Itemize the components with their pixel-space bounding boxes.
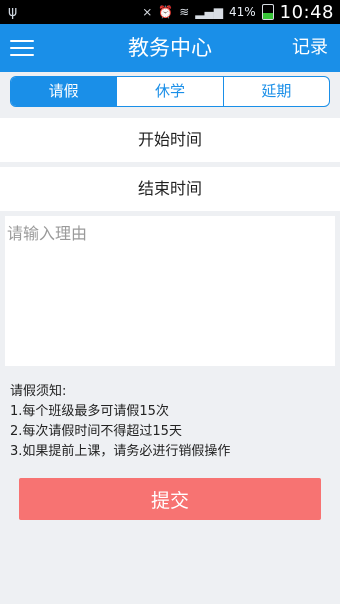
submit-button[interactable]: 提交 — [19, 478, 321, 520]
start-time-field[interactable]: 开始时间 — [0, 118, 340, 162]
tab-extension[interactable]: 延期 — [222, 77, 329, 106]
app-bar: 教务中心 记录 — [0, 24, 340, 72]
record-button[interactable]: 记录 — [292, 24, 328, 72]
battery-icon — [261, 4, 274, 20]
notice-title: 请假须知: — [10, 384, 67, 399]
signal-icon: ▂▄▆ — [195, 5, 223, 19]
usb-icon: ψ — [8, 4, 18, 20]
reason-input[interactable] — [5, 216, 335, 366]
status-icons: ⨯ ⏰ ≋ ▂▄▆ 41% 10:48 — [142, 0, 334, 24]
wifi-icon: ≋ — [179, 5, 190, 19]
alarm-icon: ⏰ — [158, 5, 174, 19]
notice-item: 2.每次请假时间不得超过15天 — [10, 424, 182, 439]
tab-bar: 请假 休学 延期 — [10, 76, 330, 107]
tab-suspension[interactable]: 休学 — [116, 77, 222, 106]
battery-percent: 41% — [228, 5, 256, 19]
notice-item: 1.每个班级最多可请假15次 — [10, 404, 169, 419]
tab-leave[interactable]: 请假 — [11, 77, 117, 106]
mute-icon: ⨯ — [142, 5, 153, 19]
notice-item: 3.如果提前上课，请务必进行销假操作 — [10, 444, 231, 459]
clock: 10:48 — [279, 1, 334, 23]
page-title: 教务中心 — [128, 36, 212, 60]
end-time-field[interactable]: 结束时间 — [0, 167, 340, 211]
status-bar: ψ ⨯ ⏰ ≋ ▂▄▆ 41% 10:48 — [0, 0, 340, 24]
leave-notice: 请假须知: 1.每个班级最多可请假15次 2.每次请假时间不得超过15天 3.如… — [10, 382, 330, 462]
